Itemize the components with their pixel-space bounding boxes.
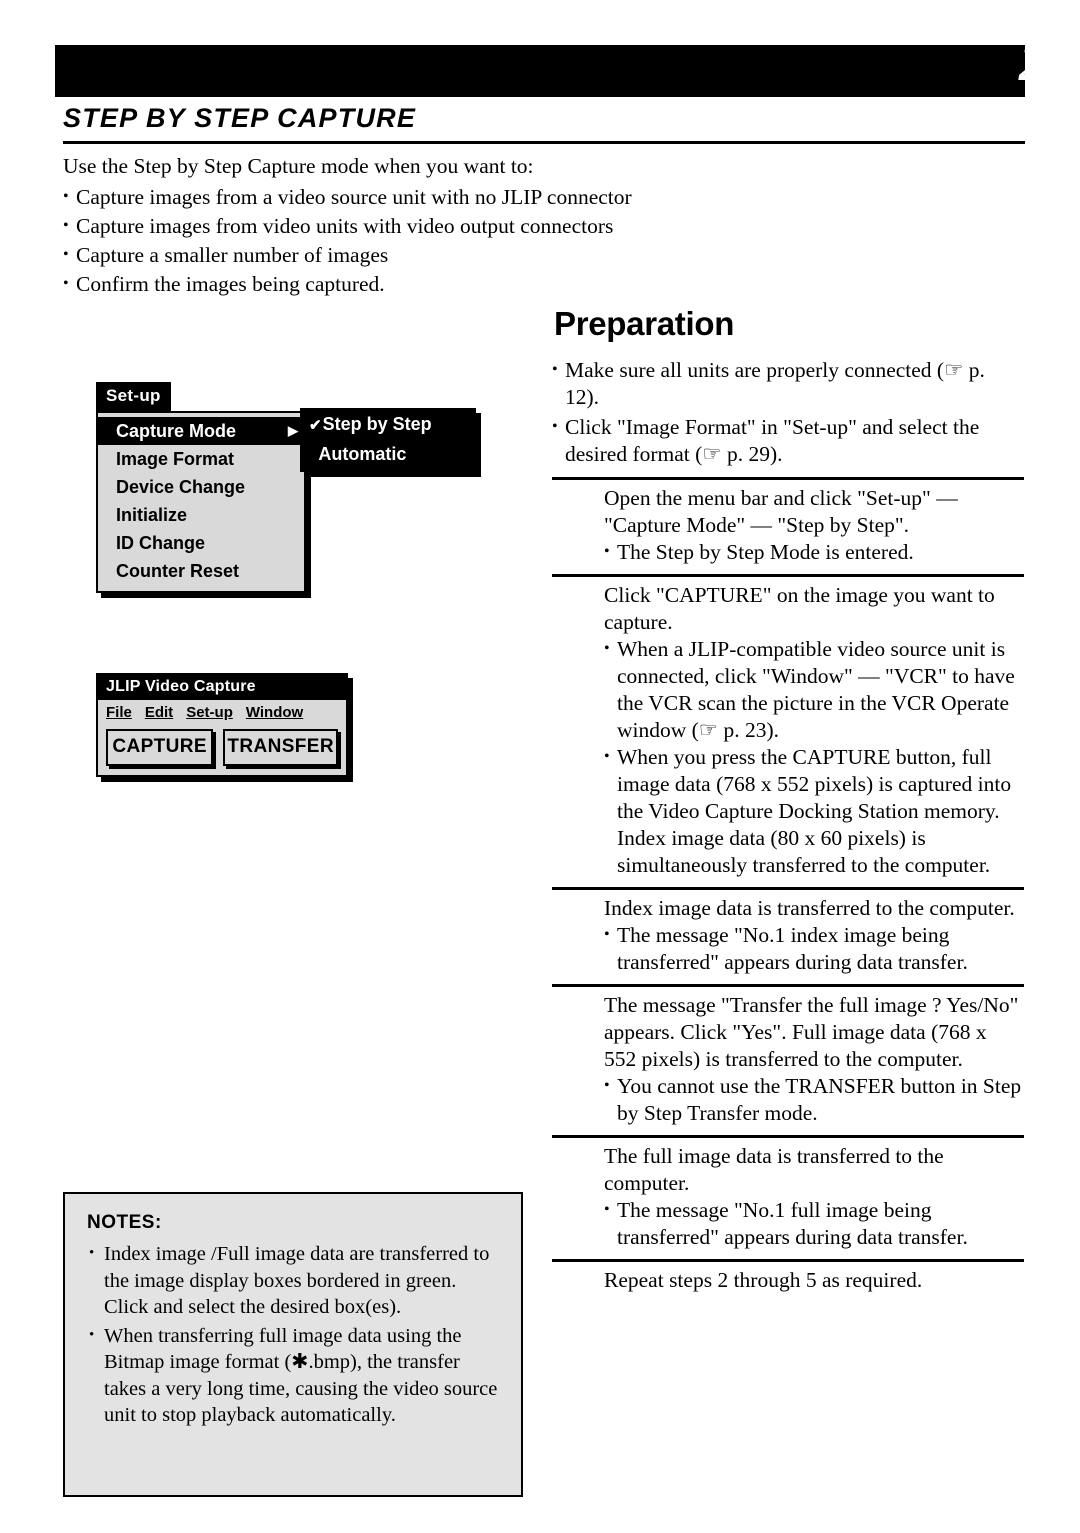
step-sub-text: The message "No.1 index image being tran…	[604, 921, 1024, 976]
notes-box: NOTES: Index image /Full image data are …	[63, 1192, 523, 1497]
step-number: 5	[563, 1141, 585, 1187]
step-sub-text: When a JLIP-compatible video source unit…	[604, 635, 1024, 744]
preparation-heading: Preparation	[554, 305, 735, 342]
preparation-list: Make sure all units are properly connect…	[552, 356, 1022, 471]
spacer-icon	[309, 447, 317, 464]
setup-menu-figure: Set-up Capture Mode ▶ Image Format Devic…	[96, 382, 326, 593]
menu-item-device-change[interactable]: Device Change	[98, 473, 304, 501]
menu-item-initialize[interactable]: Initialize	[98, 501, 304, 529]
intro-lead: Use the Step by Step Capture mode when y…	[63, 154, 534, 178]
step-1: 1 Open the menu bar and click "Set-up" —…	[552, 480, 1024, 574]
menubar-edit[interactable]: Edit	[145, 704, 173, 721]
chevron-right-icon: ▶	[288, 423, 298, 438]
intro-bullet: Capture images from video units with vid…	[63, 211, 783, 241]
title-divider	[63, 141, 1025, 144]
menubar-window[interactable]: Window	[246, 704, 303, 721]
preparation-item: Click "Image Format" in "Set-up" and sel…	[552, 413, 1022, 468]
menubar-setup[interactable]: Set-up	[186, 704, 233, 721]
intro-bullet: Capture images from a video source unit …	[63, 182, 783, 212]
step-number: 3	[563, 893, 585, 939]
window-title: JLIP Video Capture	[98, 675, 346, 700]
intro-bullet: Confirm the images being captured.	[63, 269, 783, 299]
note-item: When transferring full image data using …	[87, 1322, 501, 1429]
menu-item-counter-reset[interactable]: Counter Reset	[98, 557, 304, 585]
step-6: 6 Repeat steps 2 through 5 as required.	[552, 1262, 1024, 1311]
page-number: 25	[1019, 31, 1074, 93]
step-text: Open the menu bar and click "Set-up" — "…	[604, 486, 958, 537]
step-text: The full image data is transferred to th…	[604, 1144, 944, 1195]
submenu-item-step-by-step[interactable]: ✔Step by Step	[302, 410, 474, 440]
check-icon: ✔	[309, 417, 322, 434]
step-sub-text: The Step by Step Mode is entered.	[604, 538, 1024, 566]
intro-block: Use the Step by Step Capture mode when y…	[63, 152, 783, 299]
menu-item-capture-mode[interactable]: Capture Mode ▶	[98, 417, 304, 445]
step-sub-text: The message "No.1 full image being trans…	[604, 1196, 1024, 1251]
submenu-item-label: Automatic	[318, 444, 407, 464]
step-number: 1	[563, 483, 585, 529]
window-button-row: CAPTURE TRANSFER	[98, 725, 346, 775]
capture-mode-submenu: ✔Step by Step Automatic	[300, 408, 476, 472]
step-3: 3 Index image data is transferred to the…	[552, 890, 1024, 984]
step-4: 4 The message "Transfer the full image ?…	[552, 987, 1024, 1135]
step-text: Index image data is transferred to the c…	[604, 896, 1015, 920]
step-5: 5 The full image data is transferred to …	[552, 1138, 1024, 1259]
intro-bullet: Capture a smaller number of images	[63, 240, 783, 270]
preparation-item: Make sure all units are properly connect…	[552, 356, 1022, 411]
menu-item-label: Capture Mode	[116, 421, 237, 441]
menu-item-id-change[interactable]: ID Change	[98, 529, 304, 557]
steps-list: 1 Open the menu bar and click "Set-up" —…	[552, 477, 1024, 1311]
capture-button[interactable]: CAPTURE	[106, 729, 214, 766]
step-2: 2 Click "CAPTURE" on the image you want …	[552, 577, 1024, 887]
step-text: The message "Transfer the full image ? Y…	[604, 993, 1019, 1071]
menu-item-image-format[interactable]: Image Format	[98, 445, 304, 473]
page-title-text: STEP BY STEP CAPTURE	[63, 103, 417, 133]
step-sub-text: You cannot use the TRANSFER button in St…	[604, 1072, 1024, 1127]
step-number: 4	[563, 990, 585, 1036]
step-sub-text: When you press the CAPTURE button, full …	[604, 743, 1024, 879]
window-menubar: File Edit Set-up Window	[98, 700, 346, 725]
jlip-video-capture-window: JLIP Video Capture File Edit Set-up Wind…	[96, 673, 348, 777]
menubar-file[interactable]: File	[106, 704, 132, 721]
header-black-bar	[55, 45, 1025, 97]
submenu-item-automatic[interactable]: Automatic	[302, 440, 474, 470]
step-number: 6	[563, 1265, 585, 1311]
transfer-button[interactable]: TRANSFER	[223, 729, 338, 766]
notes-title: NOTES:	[87, 1212, 162, 1233]
setup-menu-tab[interactable]: Set-up	[96, 382, 171, 411]
step-text: Repeat steps 2 through 5 as required.	[604, 1268, 923, 1292]
note-item: Index image /Full image data are transfe…	[87, 1240, 501, 1321]
step-text: Click "CAPTURE" on the image you want to…	[604, 583, 995, 634]
submenu-item-label: Step by Step	[322, 414, 432, 434]
notes-list: Index image /Full image data are transfe…	[87, 1240, 501, 1429]
setup-menu-panel: Capture Mode ▶ Image Format Device Chang…	[96, 411, 306, 593]
page-title: STEP BY STEP CAPTURE	[63, 103, 1025, 134]
step-number: 2	[563, 580, 585, 626]
